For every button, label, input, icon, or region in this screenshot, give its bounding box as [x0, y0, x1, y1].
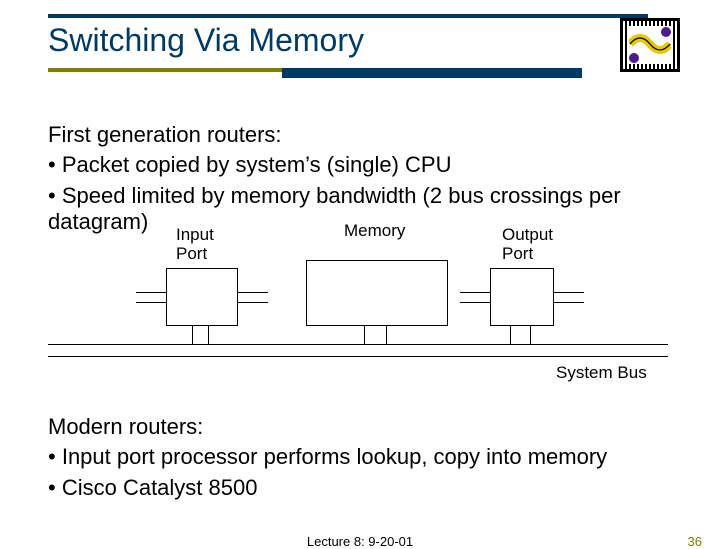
- first-gen-block: First generation routers: • Packet copie…: [48, 122, 668, 236]
- system-bus-label: System Bus: [556, 364, 647, 383]
- first-gen-heading: First generation routers:: [48, 122, 668, 148]
- memory-box: [306, 260, 448, 326]
- wire: [238, 302, 268, 303]
- wire: [364, 326, 365, 344]
- wire: [136, 292, 166, 293]
- wire: [192, 326, 193, 344]
- footer-lecture: Lecture 8: 9-20-01: [0, 534, 720, 549]
- bullet-item: • Cisco Catalyst 8500: [48, 475, 668, 501]
- output-port-box: [490, 268, 554, 326]
- wire: [386, 326, 387, 344]
- bullet-text: Cisco Catalyst 8500: [62, 475, 258, 500]
- wire: [136, 302, 166, 303]
- wire: [460, 292, 490, 293]
- slide-title: Switching Via Memory: [48, 22, 364, 59]
- wire: [554, 302, 584, 303]
- input-port-box: [166, 268, 238, 326]
- input-port-label: Input Port: [176, 226, 214, 263]
- bullet-item: • Input port processor performs lookup, …: [48, 444, 668, 470]
- page-number: 36: [688, 534, 702, 549]
- bullet-text: Input port processor performs lookup, co…: [62, 444, 607, 469]
- modern-heading: Modern routers:: [48, 414, 668, 440]
- system-bus-line: [48, 356, 668, 357]
- wire: [510, 326, 511, 344]
- title-rule-top: [48, 14, 648, 18]
- bus-diagram: Input Port Memory Output Port System Bus: [48, 230, 668, 400]
- corner-logo: [620, 18, 680, 72]
- bullet-text: Packet copied by system’s (single) CPU: [62, 152, 452, 177]
- router-icon: [629, 26, 671, 64]
- memory-label: Memory: [344, 222, 405, 241]
- output-port-label: Output Port: [502, 226, 553, 263]
- wire: [554, 292, 584, 293]
- slide: Switching Via Memory First generation ro…: [0, 0, 720, 540]
- modern-routers-block: Modern routers: • Input port processor p…: [48, 414, 668, 501]
- bullet-item: • Packet copied by system’s (single) CPU: [48, 152, 668, 178]
- title-rule-navy: [282, 68, 582, 78]
- wire: [208, 326, 209, 344]
- wire: [530, 326, 531, 344]
- system-bus-line: [48, 344, 668, 345]
- title-rule-olive: [48, 68, 282, 72]
- wire: [238, 292, 268, 293]
- wire: [460, 302, 490, 303]
